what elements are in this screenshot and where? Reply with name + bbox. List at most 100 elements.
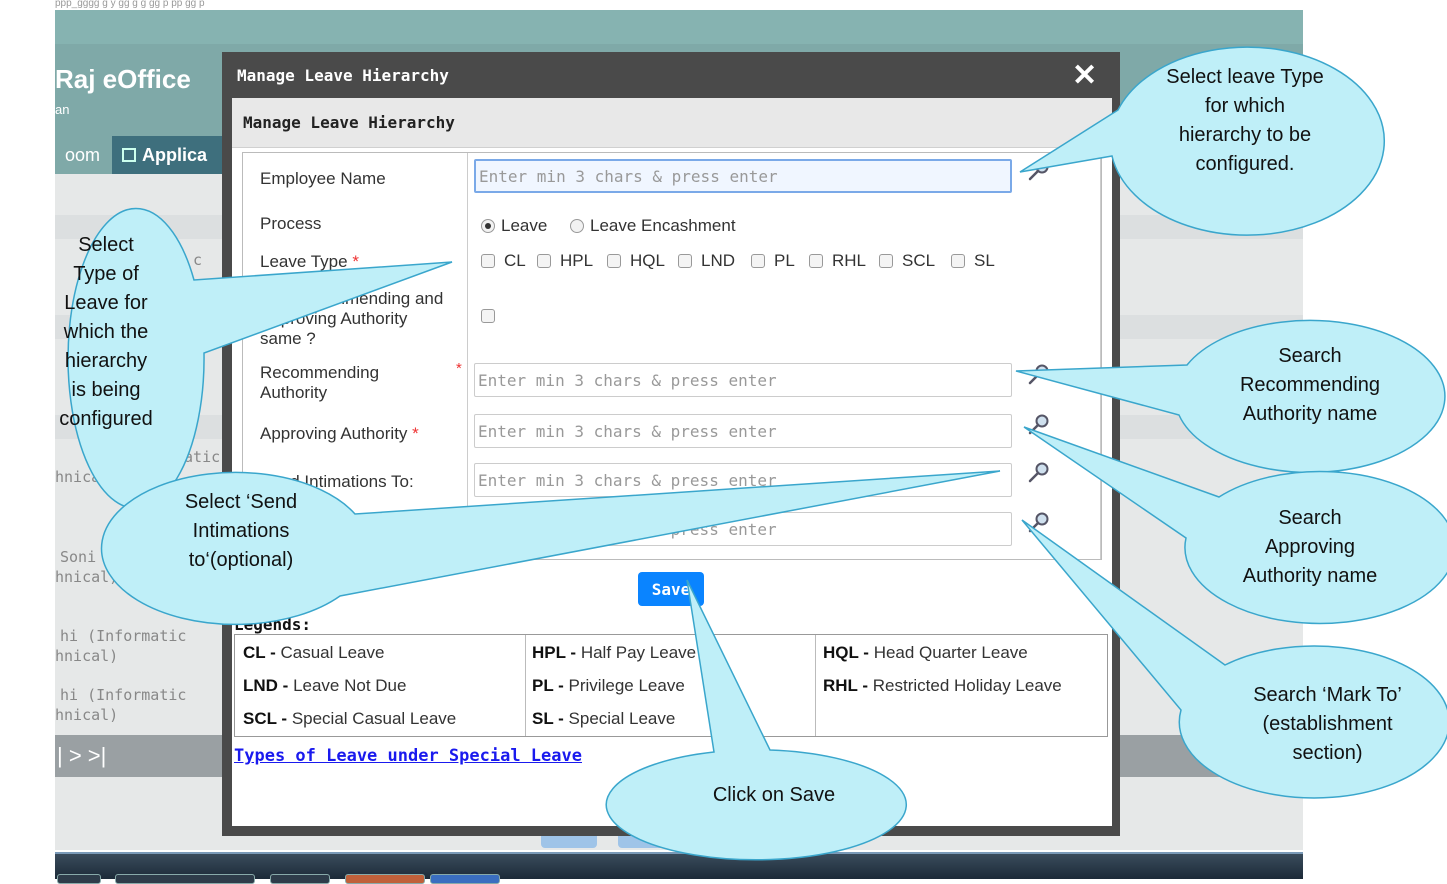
save-button[interactable]: Save bbox=[638, 572, 704, 606]
callout-line: hierarchy to be bbox=[1178, 124, 1312, 146]
taskbar-button[interactable] bbox=[430, 874, 500, 884]
top-strip-text: ppp_gggg g y gg g g gg p pp gg p bbox=[55, 0, 1303, 10]
legend-code: RHL bbox=[823, 676, 858, 695]
checkbox[interactable] bbox=[751, 254, 765, 268]
legend-text: Special Casual Leave bbox=[291, 709, 457, 728]
callout-line: configured bbox=[59, 408, 153, 430]
taskbar-button[interactable] bbox=[57, 874, 101, 884]
process-option-leave[interactable]: Leave bbox=[481, 216, 547, 236]
applications-icon bbox=[122, 148, 136, 162]
search-icon[interactable] bbox=[1028, 413, 1050, 435]
leave-type-option-label: HPL bbox=[560, 251, 594, 270]
legends-title: Legends: bbox=[234, 615, 312, 634]
approving-authority-input[interactable] bbox=[474, 414, 1012, 448]
legend-text: Privilege Leave bbox=[568, 676, 685, 695]
callout-line: configured. bbox=[1195, 153, 1295, 175]
leave-type-option-label: LND bbox=[701, 251, 736, 270]
required-mark: * bbox=[456, 360, 462, 377]
send-intimations-input[interactable] bbox=[474, 463, 1012, 497]
legend-item-cl: CL - Casual Leave bbox=[243, 643, 384, 663]
legend-separator: - bbox=[276, 709, 292, 728]
checkbox[interactable] bbox=[481, 309, 495, 323]
legend-table: CL - Casual Leave HPL - Half Pay Leave H… bbox=[234, 634, 1108, 737]
checkbox[interactable] bbox=[481, 254, 495, 268]
employee-name-input[interactable] bbox=[474, 159, 1012, 193]
required-mark: * bbox=[412, 424, 419, 443]
process-option-label: Leave bbox=[501, 216, 548, 235]
callout-line: Authority name bbox=[1242, 565, 1378, 587]
legend-code: HPL bbox=[532, 643, 566, 662]
taskbar bbox=[55, 852, 1303, 884]
process-option-label: Leave Encashment bbox=[590, 216, 736, 235]
radio-icon[interactable] bbox=[481, 219, 495, 233]
leave-type-scl[interactable]: SCL bbox=[879, 251, 935, 271]
legend-item-hpl: HPL - Half Pay Leave bbox=[532, 643, 696, 663]
search-icon[interactable] bbox=[1028, 461, 1050, 483]
callout-mark-to: Search ‘Mark To’ (establishment section) bbox=[1215, 681, 1440, 768]
legend-separator: - bbox=[565, 643, 581, 662]
taskbar-button[interactable] bbox=[270, 874, 330, 884]
recommending-label-line: Recommending bbox=[260, 363, 380, 382]
same-authority-label-line: Are Recommending and bbox=[260, 289, 444, 308]
callout-line: to‘(optional) bbox=[188, 549, 294, 571]
legend-text: Restricted Holiday Leave bbox=[872, 676, 1062, 695]
leave-type-rhl[interactable]: RHL bbox=[809, 251, 866, 271]
checkbox[interactable] bbox=[879, 254, 893, 268]
checkbox[interactable] bbox=[537, 254, 551, 268]
legend-divider bbox=[525, 635, 526, 736]
search-icon[interactable] bbox=[1028, 511, 1050, 533]
legend-item-rhl: RHL - Restricted Holiday Leave bbox=[823, 676, 1062, 696]
radio-icon[interactable] bbox=[570, 219, 584, 233]
legend-item-lnd: LND - Leave Not Due bbox=[243, 676, 406, 696]
mark-to-input[interactable] bbox=[474, 512, 1012, 546]
legend-code: CL bbox=[243, 643, 266, 662]
callout-line: Search bbox=[1278, 507, 1342, 529]
special-leave-types-link[interactable]: Types of Leave under Special Leave bbox=[234, 746, 582, 766]
callout-line: Approving bbox=[1264, 536, 1356, 558]
dialog-title: Manage Leave Hierarchy bbox=[237, 66, 449, 85]
app-bar bbox=[55, 10, 1303, 44]
callout-line: Select leave Type bbox=[1166, 66, 1324, 88]
checkbox[interactable] bbox=[809, 254, 823, 268]
taskbar-button[interactable] bbox=[115, 874, 255, 884]
form-divider bbox=[467, 153, 468, 559]
legend-separator: - bbox=[265, 643, 281, 662]
same-authority-label-line: Approving Authority bbox=[260, 309, 408, 328]
close-icon[interactable]: ✕ bbox=[1072, 58, 1097, 93]
process-option-leave-encashment[interactable]: Leave Encashment bbox=[570, 216, 736, 236]
legend-code: HQL bbox=[823, 643, 859, 662]
app-title: Raj eOffice bbox=[55, 64, 191, 94]
search-icon[interactable] bbox=[1028, 363, 1050, 385]
recommending-authority-input[interactable] bbox=[474, 363, 1012, 397]
manage-leave-hierarchy-dialog: Manage Leave Hierarchy ✕ Manage Leave Hi… bbox=[222, 52, 1120, 836]
legend-text: Half Pay Leave bbox=[580, 643, 697, 662]
form-divider bbox=[1100, 153, 1101, 559]
tab-applications-label: Applica bbox=[142, 145, 208, 165]
legend-text: Special Leave bbox=[568, 709, 676, 728]
process-label: Process bbox=[260, 214, 322, 233]
callout-line: Intimations bbox=[192, 520, 290, 542]
leave-type-option-label: SL bbox=[974, 251, 995, 270]
taskbar-button[interactable] bbox=[345, 874, 425, 884]
leave-type-hpl[interactable]: HPL bbox=[537, 251, 593, 271]
callout-intimations: Select ‘Send Intimations to‘(optional) bbox=[136, 488, 346, 575]
search-icon[interactable] bbox=[1028, 159, 1050, 181]
leave-type-lnd[interactable]: LND bbox=[678, 251, 735, 271]
callout-line: hierarchy bbox=[64, 350, 148, 372]
same-authority-checkbox[interactable] bbox=[481, 309, 504, 323]
leave-type-option-label: HQL bbox=[630, 251, 665, 270]
checkbox[interactable] bbox=[607, 254, 621, 268]
leave-type-sl[interactable]: SL bbox=[951, 251, 995, 271]
leave-type-cl[interactable]: CL bbox=[481, 251, 526, 271]
app-subtitle: an bbox=[55, 102, 70, 117]
leave-type-pl[interactable]: PL bbox=[751, 251, 795, 271]
checkbox[interactable] bbox=[678, 254, 692, 268]
leave-type-hql[interactable]: HQL bbox=[607, 251, 665, 271]
legend-item-scl: SCL - Special Casual Leave bbox=[243, 709, 456, 729]
checkbox[interactable] bbox=[951, 254, 965, 268]
legend-item-pl: PL - Privilege Leave bbox=[532, 676, 685, 696]
legend-separator: - bbox=[858, 643, 874, 662]
tab-room[interactable]: oom bbox=[55, 136, 110, 174]
dialog-body: Manage Leave Hierarchy Employee Name Pro… bbox=[232, 98, 1112, 826]
callout-line: is being bbox=[71, 379, 141, 401]
